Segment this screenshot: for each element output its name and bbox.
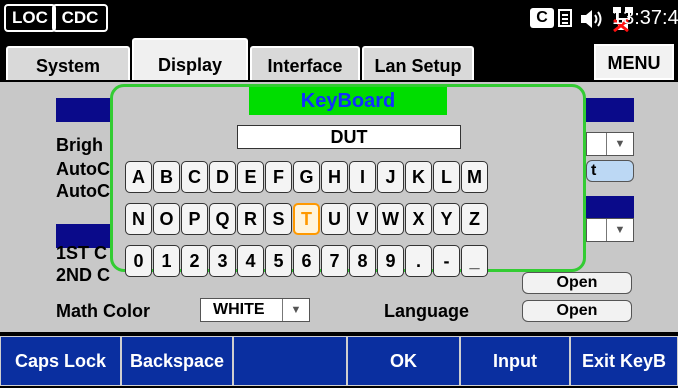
- dropdown-arrow-icon: ▼: [606, 133, 633, 155]
- exit-keyboard-button[interactable]: Exit KeyB: [570, 336, 678, 386]
- loc-indicator: LOC: [4, 4, 56, 32]
- section-header-bar: [580, 98, 634, 122]
- key-1[interactable]: 1: [153, 245, 180, 277]
- key-q[interactable]: Q: [209, 203, 236, 235]
- tab-bar: System Display Interface Lan Setup MENU: [0, 38, 678, 82]
- key-0[interactable]: 0: [125, 245, 152, 277]
- key-j[interactable]: J: [377, 161, 404, 193]
- key-dot[interactable]: .: [405, 245, 432, 277]
- key-h[interactable]: H: [321, 161, 348, 193]
- key-o[interactable]: O: [153, 203, 180, 235]
- section-header-bar: [580, 196, 634, 220]
- key-u[interactable]: U: [321, 203, 348, 235]
- key-z[interactable]: Z: [461, 203, 488, 235]
- right-select-1[interactable]: ▼: [586, 132, 634, 156]
- key-x[interactable]: X: [405, 203, 432, 235]
- input-button[interactable]: Input: [460, 336, 570, 386]
- key-7[interactable]: 7: [321, 245, 348, 277]
- key-3[interactable]: 3: [209, 245, 236, 277]
- speaker-icon: [581, 10, 602, 28]
- key-b[interactable]: B: [153, 161, 180, 193]
- dropdown-arrow-icon: ▼: [282, 299, 309, 321]
- math-color-label: Math Color: [56, 301, 150, 321]
- menu-button[interactable]: MENU: [594, 44, 674, 80]
- first-color-label: 1ST C: [56, 243, 108, 263]
- tab-lan-setup[interactable]: Lan Setup: [362, 46, 474, 80]
- key-w[interactable]: W: [377, 203, 404, 235]
- key-c[interactable]: C: [181, 161, 208, 193]
- clock: 13:37:48: [612, 7, 678, 29]
- tab-system[interactable]: System: [6, 46, 130, 80]
- key-n[interactable]: N: [125, 203, 152, 235]
- key-d[interactable]: D: [209, 161, 236, 193]
- backspace-button[interactable]: Backspace: [121, 336, 233, 386]
- key-e[interactable]: E: [237, 161, 264, 193]
- hold-icon: [558, 9, 572, 27]
- language-label: Language: [384, 301, 470, 321]
- key-g[interactable]: G: [293, 161, 320, 193]
- key-a[interactable]: A: [125, 161, 152, 193]
- key-t[interactable]: T: [293, 203, 320, 235]
- keyboard-input-field[interactable]: DUT: [237, 125, 461, 149]
- key-underscore[interactable]: _: [461, 245, 488, 277]
- keyboard-title: KeyBoard: [249, 87, 447, 115]
- key-s[interactable]: S: [265, 203, 292, 235]
- function-key-bar: Caps Lock Backspace OK Input Exit KeyB: [0, 332, 678, 388]
- key-4[interactable]: 4: [237, 245, 264, 277]
- key-8[interactable]: 8: [349, 245, 376, 277]
- key-9[interactable]: 9: [377, 245, 404, 277]
- auto-setting-label-2: AutoC: [56, 181, 110, 201]
- caps-lock-button[interactable]: Caps Lock: [0, 336, 121, 386]
- key-l[interactable]: L: [433, 161, 460, 193]
- brightness-label: Brigh: [56, 135, 103, 155]
- key-5[interactable]: 5: [265, 245, 292, 277]
- status-bar: LOC CDC C 13:37:48: [0, 0, 678, 36]
- cdc-indicator: CDC: [52, 4, 108, 32]
- language-open-button[interactable]: Open: [522, 300, 632, 322]
- key-f[interactable]: F: [265, 161, 292, 193]
- key-k[interactable]: K: [405, 161, 432, 193]
- key-dash[interactable]: -: [433, 245, 460, 277]
- key-p[interactable]: P: [181, 203, 208, 235]
- tab-display[interactable]: Display: [132, 38, 248, 80]
- math-color-select[interactable]: WHITE ▼: [200, 298, 310, 322]
- key-v[interactable]: V: [349, 203, 376, 235]
- ce-badge-icon: C: [530, 8, 554, 28]
- second-color-label: 2ND C: [56, 265, 111, 285]
- key-6[interactable]: 6: [293, 245, 320, 277]
- dropdown-arrow-icon: ▼: [606, 219, 633, 241]
- tab-interface[interactable]: Interface: [250, 46, 360, 80]
- auto-setting-label-1: AutoC: [56, 159, 110, 179]
- key-m[interactable]: M: [461, 161, 488, 193]
- ok-button[interactable]: OK: [347, 336, 460, 386]
- right-select-2[interactable]: ▼: [586, 218, 634, 242]
- keyboard-dialog: KeyBoard DUT ABCDEFGHIJKLM NOPQRSTUVWXYZ 0…: [110, 84, 586, 277]
- empty-function-key[interactable]: [233, 336, 347, 386]
- key-y[interactable]: Y: [433, 203, 460, 235]
- key-r[interactable]: R: [237, 203, 264, 235]
- auto-set-button[interactable]: t: [586, 160, 634, 182]
- key-i[interactable]: I: [349, 161, 376, 193]
- key-2[interactable]: 2: [181, 245, 208, 277]
- open-button-upper[interactable]: Open: [522, 272, 632, 294]
- math-color-value: WHITE: [213, 301, 265, 318]
